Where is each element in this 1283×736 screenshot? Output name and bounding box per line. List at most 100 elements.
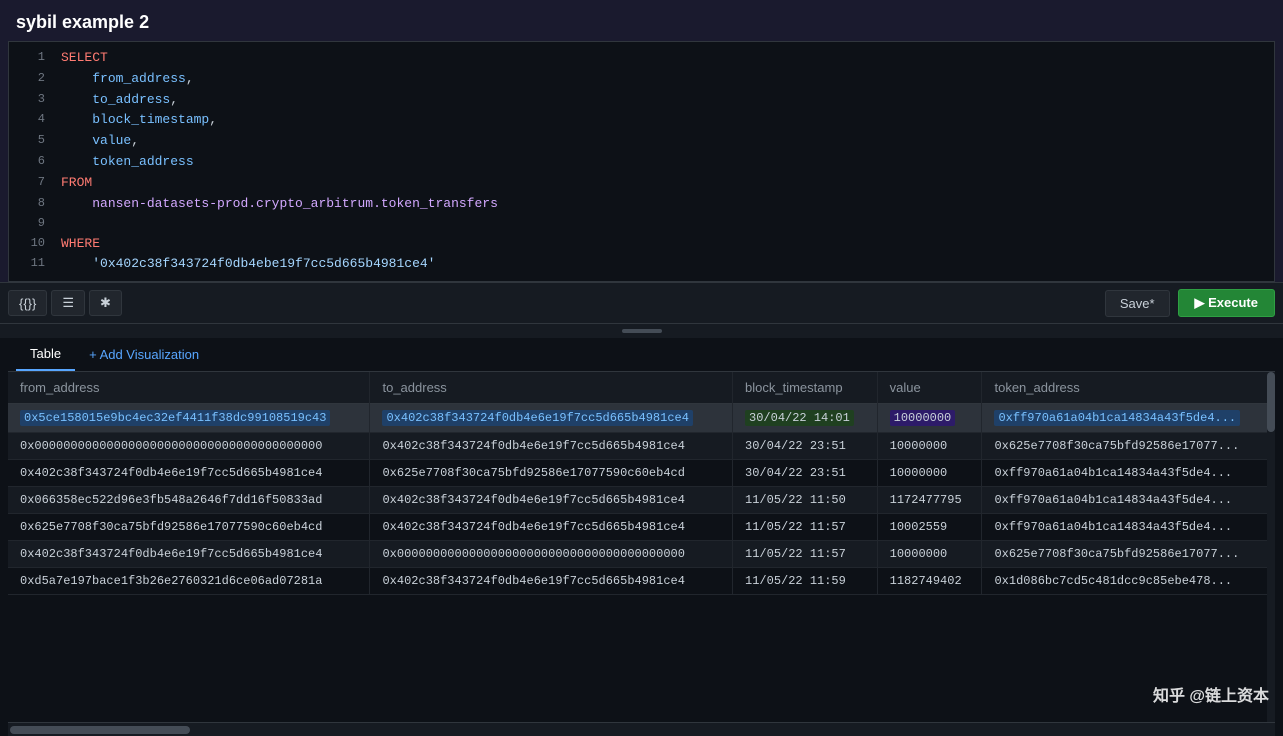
cell-from_address: 0x5ce158015e9bc4ec32ef4411f38dc99108519c…	[8, 404, 370, 433]
code-content: block_timestamp,	[61, 110, 217, 131]
cell-token_address: 0x625e7708f30ca75bfd92586e17077...	[982, 433, 1275, 460]
cell-to_address: 0x402c38f343724f0db4e6e19f7cc5d665b4981c…	[370, 487, 733, 514]
cell-from_address: 0x00000000000000000000000000000000000000…	[8, 433, 370, 460]
divider-grip	[622, 329, 662, 333]
cell-block_timestamp: 11/05/22 11:50	[733, 487, 878, 514]
code-line-3: 3 to_address,	[9, 90, 1274, 111]
save-button[interactable]: Save*	[1105, 290, 1170, 317]
result-table: from_address to_address block_timestamp …	[8, 372, 1275, 595]
cell-block_timestamp: 11/05/22 11:57	[733, 541, 878, 568]
table-row: 0x402c38f343724f0db4e6e19f7cc5d665b4981c…	[8, 541, 1275, 568]
execute-button[interactable]: ▶ Execute	[1178, 289, 1275, 317]
cell-block_timestamp: 30/04/22 14:01	[733, 404, 878, 433]
cell-to_address: 0x402c38f343724f0db4e6e19f7cc5d665b4981c…	[370, 514, 733, 541]
header: sybil example 2	[0, 0, 1283, 41]
results-tabs-bar: Table + Add Visualization	[8, 338, 1275, 372]
col-header-block_timestamp[interactable]: block_timestamp	[733, 372, 878, 404]
code-line-11: 11 '0x402c38f343724f0db4ebe19f7cc5d665b4…	[9, 254, 1274, 275]
code-line-7: 7 FROM	[9, 173, 1274, 194]
cell-value: 10000000	[877, 404, 982, 433]
table-row: 0x5ce158015e9bc4ec32ef4411f38dc99108519c…	[8, 404, 1275, 433]
cell-to_address: 0x625e7708f30ca75bfd92586e17077590c60eb4…	[370, 460, 733, 487]
line-number: 3	[17, 90, 45, 109]
line-number: 8	[17, 194, 45, 213]
code-line-10: 10 WHERE	[9, 234, 1274, 255]
cell-token_address: 0xff970a61a04b1ca14834a43f5de4...	[982, 404, 1275, 433]
scrollbar-thumb[interactable]	[1267, 372, 1275, 432]
toolbar: {{}} ☰ ✱ Save* ▶ Execute	[0, 282, 1283, 324]
cell-from_address: 0x402c38f343724f0db4e6e19f7cc5d665b4981c…	[8, 460, 370, 487]
table-row: 0x402c38f343724f0db4e6e19f7cc5d665b4981c…	[8, 460, 1275, 487]
code-content: nansen-datasets-prod.crypto_arbitrum.tok…	[61, 194, 498, 215]
tab-table[interactable]: Table	[16, 338, 75, 371]
line-number: 9	[17, 214, 45, 233]
line-number: 11	[17, 254, 45, 273]
line-number: 5	[17, 131, 45, 150]
cell-from_address: 0x625e7708f30ca75bfd92586e17077590c60eb4…	[8, 514, 370, 541]
code-content: from_address,	[61, 69, 194, 90]
line-number: 7	[17, 173, 45, 192]
code-line-1: 1 SELECT	[9, 48, 1274, 69]
toolbar-left: {{}} ☰ ✱	[8, 290, 122, 316]
code-content: value,	[61, 131, 139, 152]
table-format-button[interactable]: ☰	[51, 290, 85, 316]
hscroll-thumb[interactable]	[10, 726, 190, 734]
asterisk-button[interactable]: ✱	[89, 290, 122, 316]
cell-from_address: 0x066358ec522d96e3fb548a2646f7dd16f50833…	[8, 487, 370, 514]
cell-to_address: 0x00000000000000000000000000000000000000…	[370, 541, 733, 568]
cell-value: 10000000	[877, 433, 982, 460]
line-number: 6	[17, 152, 45, 171]
cell-from_address: 0x402c38f343724f0db4e6e19f7cc5d665b4981c…	[8, 541, 370, 568]
code-line-2: 2 from_address,	[9, 69, 1274, 90]
result-table-wrapper[interactable]: from_address to_address block_timestamp …	[8, 372, 1275, 722]
cell-token_address: 0xff970a61a04b1ca14834a43f5de4...	[982, 487, 1275, 514]
add-visualization-button[interactable]: + Add Visualization	[83, 339, 205, 370]
table-row: 0x066358ec522d96e3fb548a2646f7dd16f50833…	[8, 487, 1275, 514]
col-header-from_address[interactable]: from_address	[8, 372, 370, 404]
code-line-8: 8 nansen-datasets-prod.crypto_arbitrum.t…	[9, 194, 1274, 215]
table-row: 0xd5a7e197bace1f3b26e2760321d6ce06ad0728…	[8, 568, 1275, 595]
cell-value: 10000000	[877, 541, 982, 568]
cell-value: 1172477795	[877, 487, 982, 514]
cell-token_address: 0xff970a61a04b1ca14834a43f5de4...	[982, 460, 1275, 487]
code-line-9: 9	[9, 214, 1274, 233]
code-block: 1 SELECT 2 from_address, 3 to_address, 4…	[9, 42, 1274, 281]
toolbar-right: Save* ▶ Execute	[1105, 289, 1275, 317]
json-format-button[interactable]: {{}}	[8, 290, 47, 316]
vertical-scrollbar[interactable]	[1267, 372, 1275, 722]
code-line-5: 5 value,	[9, 131, 1274, 152]
code-content: '0x402c38f343724f0db4ebe19f7cc5d665b4981…	[61, 254, 435, 275]
code-editor[interactable]: 1 SELECT 2 from_address, 3 to_address, 4…	[8, 41, 1275, 282]
horizontal-scrollbar[interactable]	[8, 722, 1275, 736]
cell-from_address: 0xd5a7e197bace1f3b26e2760321d6ce06ad0728…	[8, 568, 370, 595]
code-line-6: 6 token_address	[9, 152, 1274, 173]
cell-block_timestamp: 11/05/22 11:59	[733, 568, 878, 595]
cell-block_timestamp: 30/04/22 23:51	[733, 433, 878, 460]
cell-value: 10000000	[877, 460, 982, 487]
table-header-row: from_address to_address block_timestamp …	[8, 372, 1275, 404]
line-number: 4	[17, 110, 45, 129]
keyword-where: WHERE	[61, 234, 100, 255]
resize-divider[interactable]	[0, 324, 1283, 338]
cell-to_address: 0x402c38f343724f0db4e6e19f7cc5d665b4981c…	[370, 433, 733, 460]
code-content: to_address,	[61, 90, 178, 111]
cell-value: 1182749402	[877, 568, 982, 595]
code-content: token_address	[61, 152, 194, 173]
line-number: 10	[17, 234, 45, 253]
col-header-to_address[interactable]: to_address	[370, 372, 733, 404]
cell-token_address: 0xff970a61a04b1ca14834a43f5de4...	[982, 514, 1275, 541]
cell-token_address: 0x1d086bc7cd5c481dcc9c85ebe478...	[982, 568, 1275, 595]
results-area: Table + Add Visualization from_address t…	[0, 338, 1283, 736]
cell-block_timestamp: 11/05/22 11:57	[733, 514, 878, 541]
page-title: sybil example 2	[16, 12, 1267, 33]
line-number: 2	[17, 69, 45, 88]
code-line-4: 4 block_timestamp,	[9, 110, 1274, 131]
col-header-token_address[interactable]: token_address	[982, 372, 1275, 404]
cell-to_address: 0x402c38f343724f0db4e6e19f7cc5d665b4981c…	[370, 568, 733, 595]
cell-value: 10002559	[877, 514, 982, 541]
col-header-value[interactable]: value	[877, 372, 982, 404]
keyword-from: FROM	[61, 173, 92, 194]
table-row: 0x00000000000000000000000000000000000000…	[8, 433, 1275, 460]
keyword-select: SELECT	[61, 48, 108, 69]
line-number: 1	[17, 48, 45, 67]
